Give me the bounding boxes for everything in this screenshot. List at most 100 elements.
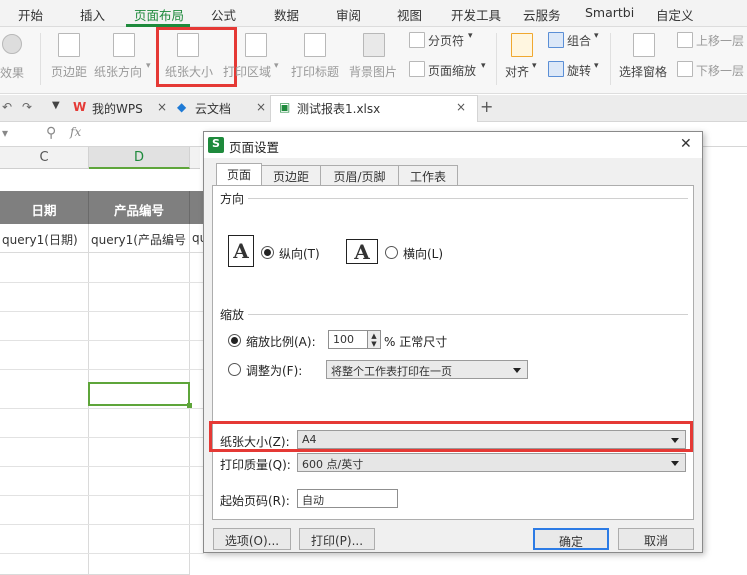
- print-titles-button[interactable]: 打印标题: [291, 63, 339, 80]
- column-header-d[interactable]: D: [89, 147, 190, 169]
- header-cell-date[interactable]: 日期: [0, 191, 89, 224]
- scale-ratio-label[interactable]: 缩放比例(A):: [246, 333, 316, 350]
- orientation-button[interactable]: 纸张方向: [94, 63, 142, 80]
- ribbon-separator: [496, 33, 497, 85]
- margins-icon[interactable]: [58, 33, 80, 57]
- portrait-label[interactable]: 纵向(T): [279, 245, 320, 262]
- document-tab-bar: ↶ ↷ ▼ W 我的WPS × ◆ 云文档 × ▣ 测试报表1.xlsx × +: [0, 95, 747, 122]
- dialog-titlebar[interactable]: S 页面设置 ✕: [204, 132, 702, 158]
- cell-c2[interactable]: query1(日期): [0, 224, 89, 253]
- page-zoom-icon[interactable]: [409, 61, 425, 77]
- menu-review[interactable]: 审阅: [336, 5, 361, 24]
- effect-label[interactable]: 效果: [0, 64, 24, 81]
- send-backward-button[interactable]: 下移一层: [696, 62, 744, 79]
- quick-access-dropdown-icon[interactable]: ▼: [52, 95, 60, 121]
- bring-forward-button[interactable]: 上移一层: [696, 32, 744, 49]
- rotate-icon[interactable]: [548, 61, 564, 77]
- fill-handle[interactable]: [187, 403, 192, 408]
- column-header-row: C D: [0, 147, 200, 169]
- group-divider: [248, 314, 688, 315]
- print-button[interactable]: 打印(P)...: [299, 528, 375, 550]
- orientation-group-label: 方向: [220, 192, 245, 206]
- group-icon[interactable]: [548, 32, 564, 48]
- scale-spinner[interactable]: ▲ ▼: [367, 330, 381, 349]
- search-icon[interactable]: ⚲: [46, 125, 56, 141]
- page-break-icon[interactable]: [409, 32, 425, 48]
- tab-page[interactable]: 页面: [216, 163, 262, 186]
- margins-button[interactable]: 页边距: [51, 63, 87, 80]
- print-quality-select[interactable]: 600 点/英寸: [297, 453, 686, 472]
- menu-custom[interactable]: 自定义: [656, 5, 694, 24]
- theme-effect-icon[interactable]: [2, 34, 22, 54]
- ok-button[interactable]: 确定: [533, 528, 609, 550]
- page-break-button[interactable]: 分页符: [428, 32, 464, 49]
- print-titles-icon[interactable]: [304, 33, 326, 57]
- align-button[interactable]: 对齐: [505, 63, 529, 80]
- first-page-input[interactable]: 自动: [297, 489, 398, 508]
- group-button[interactable]: 组合: [567, 32, 591, 49]
- formula-input[interactable]: [104, 125, 204, 143]
- redo-icon[interactable]: ↷: [22, 95, 32, 121]
- portrait-radio[interactable]: [261, 246, 274, 259]
- selection-pane-icon[interactable]: [633, 33, 655, 57]
- menu-page-layout[interactable]: 页面布局: [134, 5, 184, 24]
- cell-d2[interactable]: query1(产品编号: [89, 224, 190, 253]
- print-area-icon[interactable]: [245, 33, 267, 57]
- tab-margins[interactable]: 页边距: [261, 165, 321, 185]
- print-area-button[interactable]: 打印区域: [223, 63, 271, 80]
- close-icon[interactable]: ×: [456, 95, 466, 121]
- close-icon[interactable]: ×: [157, 95, 167, 121]
- background-image-button[interactable]: 背景图片: [349, 63, 397, 80]
- menu-home[interactable]: 开始: [18, 5, 43, 24]
- send-backward-icon[interactable]: [677, 61, 693, 77]
- spreadsheet-icon: ▣: [279, 100, 291, 114]
- align-icon[interactable]: [511, 33, 533, 57]
- menu-smartbi[interactable]: Smartbi: [585, 5, 634, 20]
- column-d-cells[interactable]: [89, 253, 190, 575]
- selected-cell[interactable]: [88, 382, 190, 406]
- row-line: [0, 282, 204, 283]
- row-line: [0, 437, 204, 438]
- scale-value-input[interactable]: 100: [328, 330, 368, 349]
- scale-ratio-radio[interactable]: [228, 334, 241, 347]
- fit-to-select[interactable]: 将整个工作表打印在一页: [326, 360, 528, 379]
- background-image-icon[interactable]: [363, 33, 385, 57]
- tab-cloud-docs[interactable]: 云文档: [195, 95, 231, 121]
- page-zoom-button[interactable]: 页面缩放: [428, 62, 476, 79]
- close-icon[interactable]: ×: [256, 95, 266, 121]
- menu-view[interactable]: 视图: [397, 5, 422, 24]
- menu-insert[interactable]: 插入: [80, 5, 105, 24]
- header-cell-product[interactable]: 产品编号: [89, 191, 190, 224]
- menu-bar: 开始 插入 页面布局 公式 数据 审阅 视图 开发工具 云服务 Smartbi …: [0, 0, 747, 27]
- tab-sheet[interactable]: 工作表: [398, 165, 458, 185]
- menu-cloud[interactable]: 云服务: [523, 5, 561, 24]
- header-cell-next[interactable]: [190, 191, 204, 224]
- orientation-icon[interactable]: [113, 33, 135, 57]
- landscape-page-icon: A: [346, 239, 378, 264]
- menu-formulas[interactable]: 公式: [211, 5, 236, 24]
- ribbon-separator: [40, 33, 41, 85]
- bring-forward-icon[interactable]: [677, 32, 693, 48]
- column-c-cells[interactable]: [0, 253, 89, 575]
- menu-developer[interactable]: 开发工具: [451, 5, 501, 24]
- menu-data[interactable]: 数据: [274, 5, 299, 24]
- column-header-e[interactable]: [190, 147, 204, 169]
- column-header-c[interactable]: C: [0, 147, 89, 169]
- fit-to-radio[interactable]: [228, 363, 241, 376]
- rotate-button[interactable]: 旋转: [567, 62, 591, 79]
- fit-to-label[interactable]: 调整为(F):: [246, 362, 302, 379]
- landscape-label[interactable]: 横向(L): [403, 245, 443, 262]
- new-tab-button[interactable]: +: [480, 95, 493, 121]
- tab-header-footer[interactable]: 页眉/页脚: [320, 165, 399, 185]
- tab-my-wps[interactable]: 我的WPS: [92, 95, 143, 121]
- undo-icon[interactable]: ↶: [2, 95, 12, 121]
- options-button[interactable]: 选项(O)...: [213, 528, 291, 550]
- selection-pane-button[interactable]: 选择窗格: [619, 63, 667, 80]
- close-icon[interactable]: ✕: [680, 136, 692, 152]
- landscape-radio[interactable]: [385, 246, 398, 259]
- cancel-button[interactable]: 取消: [618, 528, 694, 550]
- fx-icon[interactable]: fx: [70, 125, 81, 139]
- cell-e2[interactable]: qu: [190, 224, 204, 253]
- namebox-dropdown-icon[interactable]: ▾: [2, 126, 8, 140]
- row-line: [0, 553, 204, 554]
